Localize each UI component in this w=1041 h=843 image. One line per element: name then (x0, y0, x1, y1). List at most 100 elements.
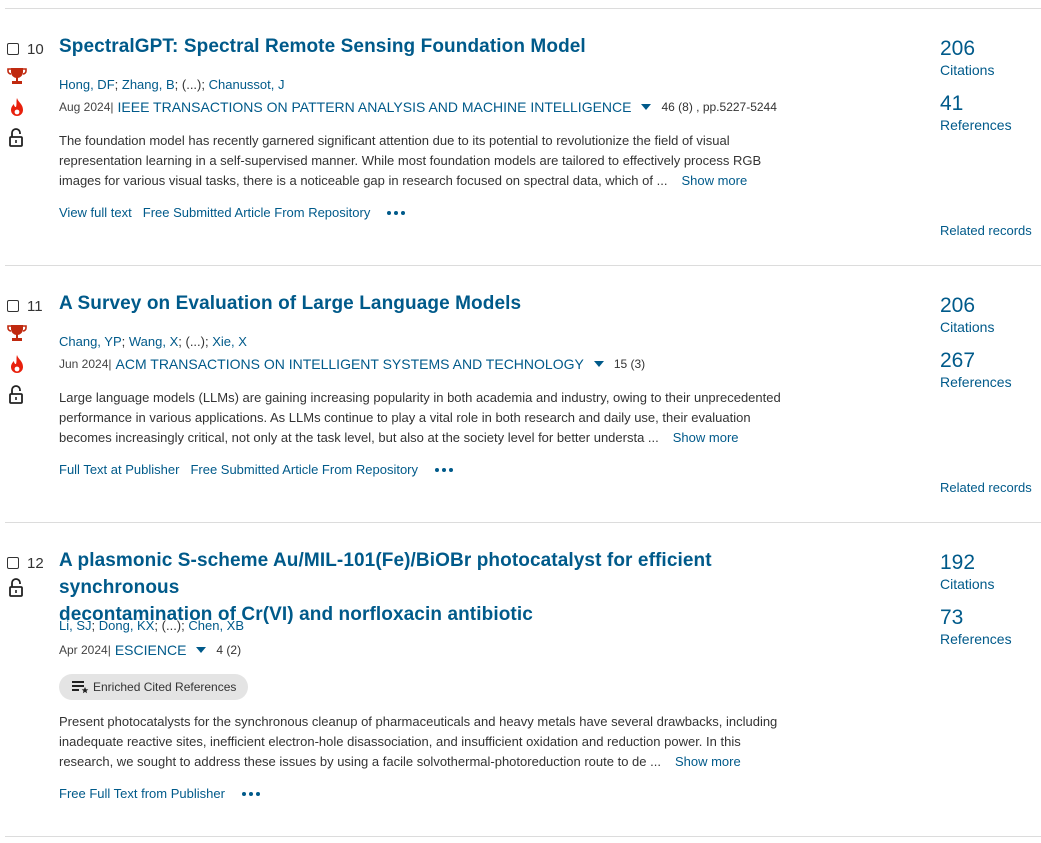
authors: Chang, YP; Wang, X; (...); Xie, X (59, 334, 247, 349)
author-link[interactable]: Zhang, B (122, 77, 175, 92)
record-main: A plasmonic S-scheme Au/MIL-101(Fe)/BiOB… (59, 547, 809, 801)
title-line: SpectralGPT: Spectral Remote Sensing Fou… (59, 36, 586, 57)
authors-ellipsis[interactable]: (...) (185, 334, 205, 349)
references-label[interactable]: References (940, 630, 1040, 648)
select-checkbox[interactable] (7, 557, 19, 569)
divider (5, 522, 1041, 523)
pub-date: Aug 2024 (59, 100, 111, 114)
citations-count[interactable]: 192 (940, 551, 1040, 575)
chevron-down-icon[interactable] (196, 647, 207, 653)
journal-link[interactable]: ACM TRANSACTIONS ON INTELLIGENT SYSTEMS … (116, 356, 584, 372)
abstract-line: representation learning in a self-superv… (59, 153, 762, 168)
record-main: A Survey on Evaluation of Large Language… (59, 290, 809, 477)
open-lock-icon (9, 578, 23, 597)
badge-label: Enriched Cited References (93, 680, 237, 694)
select-checkbox[interactable] (7, 43, 19, 55)
more-options-icon[interactable] (387, 210, 408, 215)
abstract: Large language models (LLMs) are gaining… (59, 388, 799, 448)
select-checkbox[interactable] (7, 300, 19, 312)
references-count[interactable]: 41 (940, 92, 1040, 116)
fire-icon (11, 98, 23, 116)
trophy-icon (7, 68, 27, 84)
pub-date: Jun 2024 (59, 357, 109, 371)
abstract-line: Large language models (LLMs) are gaining… (59, 390, 781, 405)
open-lock-icon (9, 385, 23, 404)
pub-date: Apr 2024 (59, 643, 108, 657)
show-more-link[interactable]: Show more (675, 754, 741, 769)
abstract: Present photocatalysts for the synchrono… (59, 712, 799, 772)
chevron-down-icon[interactable] (593, 361, 604, 367)
references-label[interactable]: References (940, 373, 1040, 391)
divider (5, 265, 1041, 266)
title-line: A Survey on Evaluation of Large Language… (59, 293, 522, 314)
citations-label[interactable]: Citations (940, 575, 1040, 593)
metrics: 206 Citations 267 References (940, 290, 1040, 391)
metrics: 192 Citations 73 References (940, 547, 1040, 648)
enriched-cited-references-badge[interactable]: Enriched Cited References (59, 674, 249, 700)
author-link[interactable]: Xie, X (212, 334, 247, 349)
more-options-icon[interactable] (241, 791, 263, 796)
journal-link[interactable]: ESCIENCE (115, 642, 187, 658)
record-number: 10 (27, 40, 44, 58)
citations-label[interactable]: Citations (940, 61, 1040, 79)
references-label[interactable]: References (940, 116, 1040, 134)
related-records-link[interactable]: Related records (940, 480, 1032, 495)
abstract: The foundation model has recently garner… (59, 131, 799, 191)
record-title[interactable]: SpectralGPT: Spectral Remote Sensing Fou… (59, 33, 809, 60)
full-text-link[interactable]: Free Full Text from Publisher (59, 786, 225, 801)
publication-info: Jun 2024 | ACM TRANSACTIONS ON INTELLIGE… (59, 356, 645, 372)
separator: | (110, 100, 114, 114)
divider (5, 836, 1041, 837)
full-text-link[interactable]: Full Text at Publisher (59, 462, 179, 477)
authors-ellipsis[interactable]: (...) (182, 77, 202, 92)
references-count[interactable]: 267 (940, 349, 1040, 373)
references-count[interactable]: 73 (940, 606, 1040, 630)
trophy-icon (7, 325, 27, 341)
abstract-line: images for various visual tasks, there i… (59, 173, 668, 188)
show-more-link[interactable]: Show more (681, 173, 747, 188)
citations-count[interactable]: 206 (940, 294, 1040, 318)
authors-ellipsis[interactable]: (...) (162, 618, 182, 633)
author-link[interactable]: Wang, X (129, 334, 178, 349)
volume-info: 46 (8) , pp.5227-5244 (661, 100, 777, 114)
full-text-links: Full Text at Publisher Free Submitted Ar… (59, 462, 456, 477)
open-lock-icon (9, 128, 23, 147)
more-options-icon[interactable] (435, 467, 456, 472)
author-link[interactable]: Chanussot, J (209, 77, 285, 92)
citations-label[interactable]: Citations (940, 318, 1040, 336)
repository-link[interactable]: Free Submitted Article From Repository (143, 205, 371, 220)
abstract-line: inadequate reactive sites, inefficient e… (59, 734, 741, 749)
repository-link[interactable]: Free Submitted Article From Repository (190, 462, 418, 477)
record-number: 12 (27, 554, 44, 572)
full-text-links: Free Full Text from Publisher (59, 786, 263, 801)
metrics: 206 Citations 41 References (940, 33, 1040, 134)
abstract-line: research, we sought to address these iss… (59, 754, 661, 769)
citations-count[interactable]: 206 (940, 37, 1040, 61)
publication-info: Apr 2024 | ESCIENCE 4 (2) (59, 642, 241, 658)
title-line: A plasmonic S-scheme Au/MIL-101(Fe)/BiOB… (59, 550, 712, 598)
separator: | (108, 357, 112, 371)
results-list: 10 SpectralGPT: Spectral Remote Sensing … (0, 0, 1041, 843)
authors: Li, SJ; Dong, KX; (...); Chen, XB (59, 618, 245, 633)
show-more-link[interactable]: Show more (673, 430, 739, 445)
journal-link[interactable]: IEEE TRANSACTIONS ON PATTERN ANALYSIS AN… (118, 99, 632, 115)
abstract-line: The foundation model has recently garner… (59, 133, 730, 148)
author-link[interactable]: Hong, DF (59, 77, 115, 92)
record-title[interactable]: A Survey on Evaluation of Large Language… (59, 290, 809, 317)
chevron-down-icon[interactable] (641, 104, 652, 110)
volume-info: 15 (3) (613, 357, 646, 371)
list-star-icon (72, 681, 89, 694)
divider (5, 8, 1041, 9)
record-controls: 11 (7, 290, 57, 404)
volume-info: 4 (2) (216, 643, 242, 657)
author-link[interactable]: Dong, KX (99, 618, 155, 633)
record-number: 11 (27, 297, 43, 315)
separator: | (107, 643, 111, 657)
related-records-link[interactable]: Related records (940, 223, 1032, 238)
abstract-line: becomes increasingly critical, not only … (59, 430, 659, 445)
author-link[interactable]: Chang, YP (59, 334, 122, 349)
author-link[interactable]: Li, SJ (59, 618, 92, 633)
author-link[interactable]: Chen, XB (188, 618, 244, 633)
full-text-link[interactable]: View full text (59, 205, 132, 220)
record-title[interactable]: A plasmonic S-scheme Au/MIL-101(Fe)/BiOB… (59, 547, 809, 628)
